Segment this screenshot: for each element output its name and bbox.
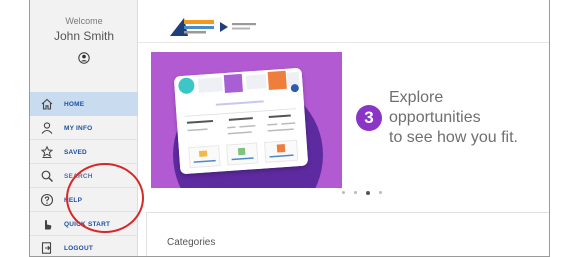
user-name: John Smith xyxy=(53,29,115,43)
carousel-dot[interactable] xyxy=(379,191,382,194)
sidebar-item-label: HOME xyxy=(64,100,85,108)
step-number-badge: 3 xyxy=(356,105,382,131)
carousel-dots xyxy=(342,190,382,195)
partner-logos xyxy=(170,18,256,36)
search-icon xyxy=(41,170,53,182)
help-icon xyxy=(40,193,54,207)
app-window: Welcome John Smith HOME MY INFO SAVED SE… xyxy=(29,0,550,257)
banner-line-1: Explore xyxy=(389,89,444,106)
hero-carousel[interactable]: 3 Explore opportunities to see how you f… xyxy=(151,52,549,188)
saved-icon xyxy=(40,145,54,158)
sidebar-item-home[interactable]: HOME xyxy=(30,92,138,116)
logout-icon xyxy=(41,242,52,254)
home-icon xyxy=(41,98,53,110)
carousel-dot-active[interactable] xyxy=(366,190,370,195)
header-divider xyxy=(138,42,549,43)
highlight-circle-annotation xyxy=(66,163,144,233)
app-preview-card xyxy=(173,67,309,175)
banner-text: Explore opportunities to see how you fit… xyxy=(389,88,518,148)
sidebar: Welcome John Smith HOME MY INFO SAVED SE… xyxy=(30,0,144,256)
banner-illustration xyxy=(151,52,342,188)
banner-line-2: opportunities xyxy=(389,109,481,126)
categories-title: Categories xyxy=(167,237,216,248)
person-icon xyxy=(41,122,53,134)
carousel-dot[interactable] xyxy=(342,191,345,194)
banner-line-3: to see how you fit. xyxy=(389,129,518,146)
categories-panel: Categories xyxy=(146,212,549,256)
welcome-text: Welcome xyxy=(65,16,103,26)
sidebar-item-label: LOGOUT xyxy=(64,244,94,252)
sidebar-item-label: SAVED xyxy=(64,148,87,156)
carousel-dot[interactable] xyxy=(354,191,357,194)
pointer-icon xyxy=(45,220,52,230)
avatar-icon[interactable] xyxy=(78,52,90,64)
sidebar-item-logout[interactable]: LOGOUT xyxy=(30,236,138,256)
sidebar-item-my-info[interactable]: MY INFO xyxy=(30,116,138,140)
sidebar-item-label: MY INFO xyxy=(64,124,93,132)
sidebar-item-saved[interactable]: SAVED xyxy=(30,140,138,164)
